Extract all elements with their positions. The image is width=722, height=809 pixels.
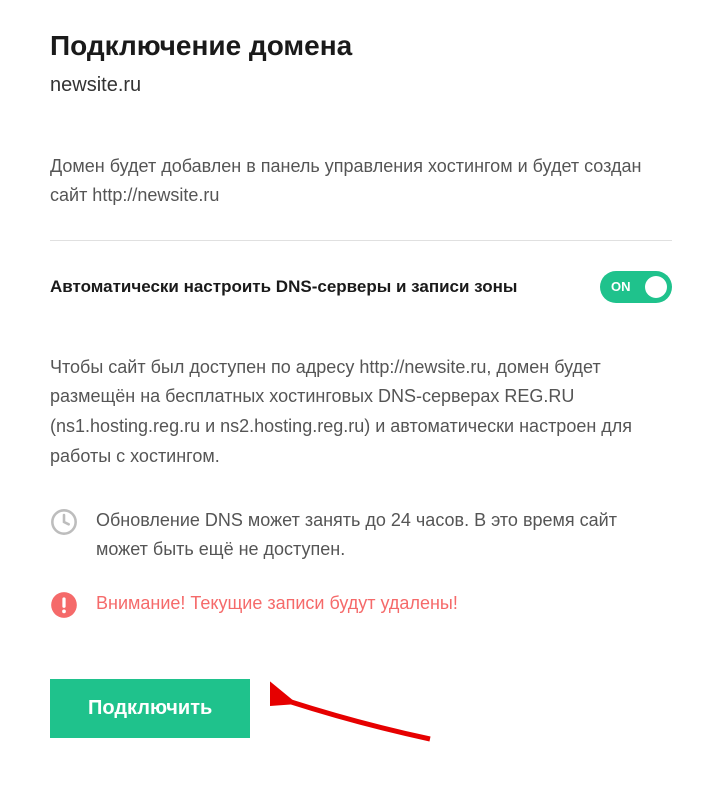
action-row: Подключить [50, 669, 672, 749]
warning-text: Внимание! Текущие записи будут удалены! [96, 589, 458, 618]
toggle-knob [645, 276, 667, 298]
intro-text: Домен будет добавлен в панель управления… [50, 152, 672, 210]
page-title: Подключение домена [50, 30, 672, 62]
divider [50, 240, 672, 241]
alert-icon [50, 591, 78, 619]
dns-toggle[interactable]: ON [600, 271, 672, 303]
connect-button[interactable]: Подключить [50, 679, 250, 738]
dns-toggle-row: Автоматически настроить DNS-серверы и за… [50, 271, 672, 303]
domain-name: newsite.ru [50, 74, 672, 97]
time-note-text: Обновление DNS может занять до 24 часов.… [96, 506, 672, 564]
pointer-arrow-icon [270, 669, 440, 749]
dns-toggle-label: Автоматически настроить DNS-серверы и за… [50, 277, 517, 297]
clock-icon [50, 508, 78, 536]
dns-description: Чтобы сайт был доступен по адресу http:/… [50, 353, 672, 472]
toggle-state-text: ON [611, 279, 631, 294]
warning-row: Внимание! Текущие записи будут удалены! [50, 589, 672, 619]
time-note-row: Обновление DNS может занять до 24 часов.… [50, 506, 672, 564]
